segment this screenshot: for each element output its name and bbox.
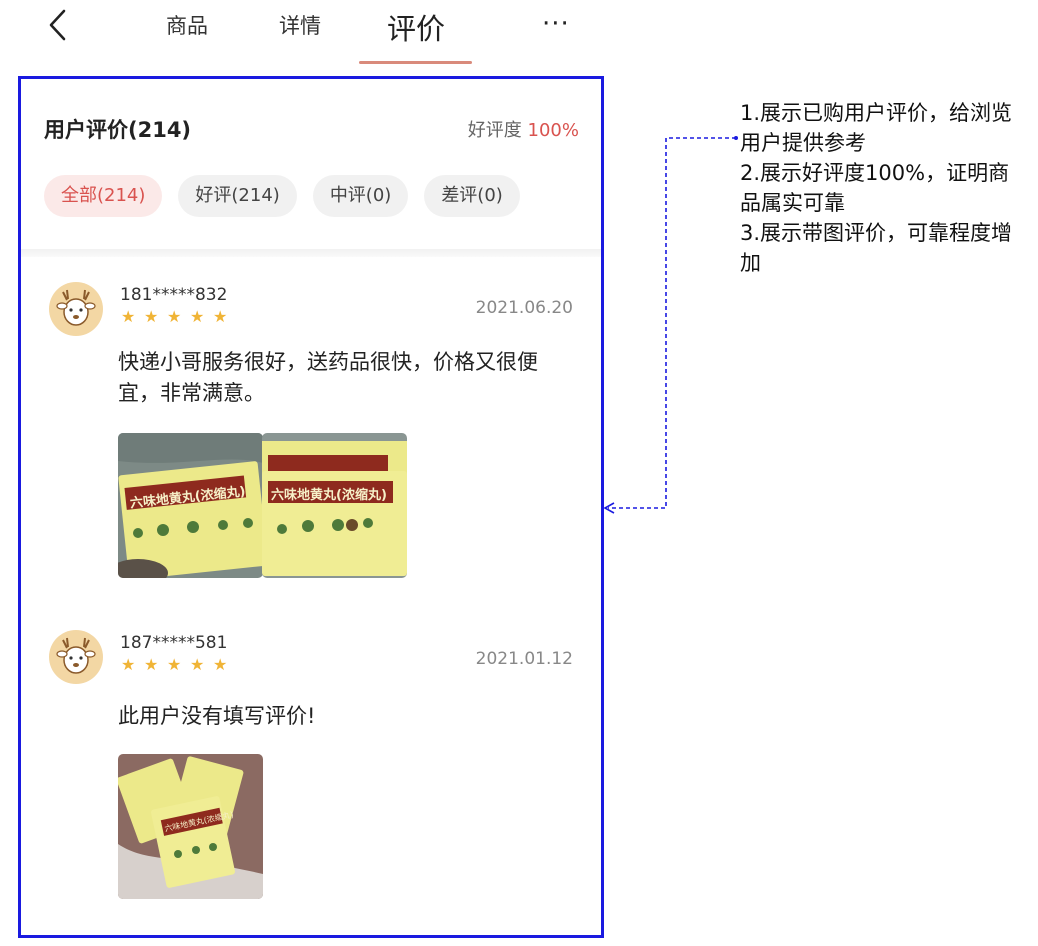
tab-reviews[interactable]: 评价 (387, 6, 445, 48)
review-photo[interactable]: 六味地黄丸(浓缩丸) (118, 754, 263, 899)
annotation-line: 1.展示已购用户评价，给浏览用户提供参考 (740, 101, 1013, 155)
review-date: 2021.06.20 (475, 298, 573, 318)
reviews-panel: 用户评价(214) 好评度 100% 全部(214) 好评(214) 中评(0)… (18, 76, 604, 938)
review-text: 此用户没有填写评价! (118, 704, 316, 728)
positive-rate-label: 好评度 (467, 120, 522, 141)
top-nav: 商品 详情 评价 ··· (0, 0, 620, 70)
star-icon: ★ (144, 307, 159, 326)
star-icon: ★ (190, 307, 205, 326)
review-username: 187*****581 (120, 633, 228, 653)
star-icon: ★ (144, 655, 159, 674)
filter-negative[interactable]: 差评(0) (424, 175, 520, 217)
review-username: 181*****832 (120, 285, 228, 305)
photo-label: 六味地黄丸(浓缩丸) (271, 487, 387, 503)
review-rating: ★ ★ ★ ★ ★ (121, 657, 229, 673)
reviews-title: 用户评价(214) (44, 118, 192, 142)
star-icon: ★ (213, 655, 228, 674)
review-filter-bar: 全部(214) 好评(214) 中评(0) 差评(0) (44, 175, 520, 217)
review-rating: ★ ★ ★ ★ ★ (121, 309, 229, 325)
annotation-line: 2.展示好评度100%，证明商品属实可靠 (740, 161, 1010, 215)
back-arrow-icon[interactable] (44, 8, 74, 42)
callout-connector (603, 136, 738, 514)
review-date: 2021.01.12 (475, 649, 573, 669)
more-icon[interactable]: ··· (542, 11, 570, 37)
filter-neutral[interactable]: 中评(0) (312, 175, 409, 217)
star-icon: ★ (121, 655, 136, 674)
review-photo[interactable]: 六味地黄丸(浓缩丸) (262, 433, 407, 578)
star-icon: ★ (167, 307, 182, 326)
filter-positive[interactable]: 好评(214) (178, 175, 297, 217)
active-tab-indicator (359, 61, 472, 64)
star-icon: ★ (167, 655, 182, 674)
deer-avatar-icon[interactable] (49, 630, 103, 684)
section-divider (21, 249, 601, 257)
star-icon: ★ (213, 307, 228, 326)
tab-product[interactable]: 商品 (166, 10, 208, 40)
annotation-line: 3.展示带图评价，可靠程度增加 (740, 221, 1013, 275)
annotation-notes: 1.展示已购用户评价，给浏览用户提供参考 2.展示好评度100%，证明商品属实可… (740, 98, 1030, 278)
review-photo[interactable]: 六味地黄丸(浓缩丸) (118, 433, 263, 578)
star-icon: ★ (190, 655, 205, 674)
filter-all[interactable]: 全部(214) (44, 175, 163, 217)
star-icon: ★ (121, 307, 136, 326)
positive-rate: 好评度 100% (468, 116, 579, 142)
positive-rate-value: 100% (527, 120, 579, 141)
tab-details[interactable]: 详情 (279, 10, 321, 40)
deer-avatar-icon[interactable] (49, 282, 103, 336)
review-text: 快递小哥服务很好，送药品很快，价格又很便宜，非常满意。 (118, 350, 538, 405)
